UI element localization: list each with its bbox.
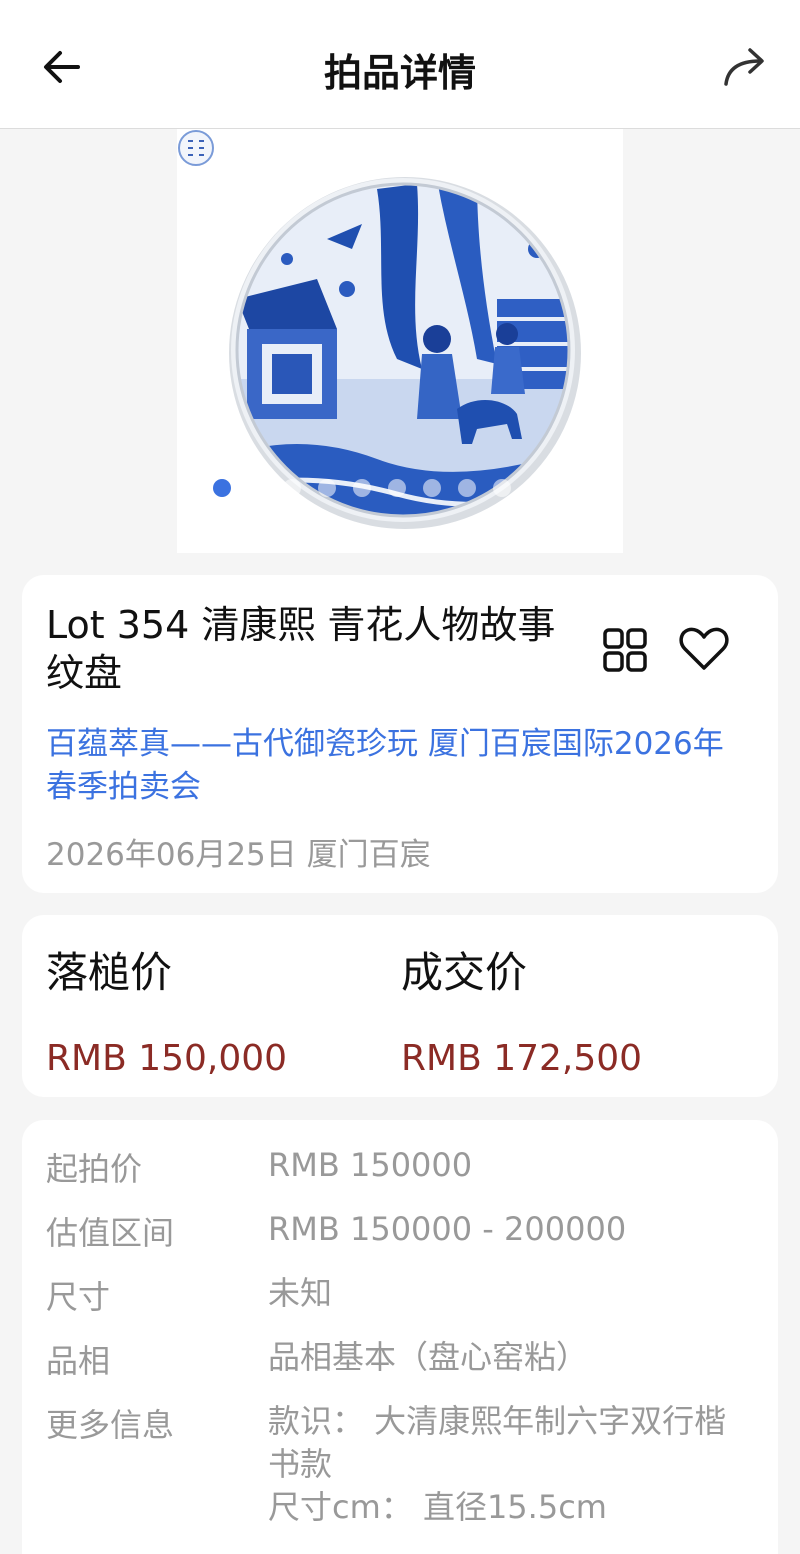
detail-label: 更多信息 — [46, 1406, 175, 1444]
hammer-price-value: RMB 150,000 — [46, 1038, 288, 1079]
detail-label: 品相 — [46, 1342, 111, 1380]
image-gallery[interactable] — [177, 129, 623, 553]
final-price-label: 成交价 — [401, 948, 528, 997]
favorite-button[interactable] — [678, 625, 730, 673]
pagination-dot[interactable] — [248, 479, 266, 497]
hammer-price-label: 落槌价 — [46, 948, 173, 997]
share-button[interactable] — [718, 44, 770, 92]
lot-title: Lot 354 清康熙 青花人物故事纹盘 — [46, 603, 556, 695]
detail-label: 尺寸 — [46, 1278, 111, 1316]
final-price-block: 成交价 RMB 172,500 — [401, 939, 642, 1079]
share-arrow-icon — [724, 48, 764, 86]
page-title: 拍品详情 — [323, 51, 476, 95]
grid-icon — [603, 628, 647, 672]
pagination-dot[interactable] — [318, 479, 336, 497]
pagination-dot[interactable] — [493, 479, 511, 497]
detail-value: 款识： 大清康熙年制六字双行楷书款 尺寸cm： 直径15.5cm — [268, 1402, 727, 1526]
pagination-dot[interactable] — [423, 479, 441, 497]
pagination-dot[interactable] — [353, 479, 371, 497]
hammer-price-block: 落槌价 RMB 150,000 — [46, 939, 287, 1079]
pagination-dot[interactable] — [388, 479, 406, 497]
grid-button[interactable] — [602, 627, 648, 673]
pagination-dot[interactable] — [213, 479, 231, 497]
detail-label: 起拍价 — [46, 1150, 143, 1188]
detail-value: 品相基本（盘心窑粘） — [268, 1338, 589, 1376]
pagination-dot[interactable] — [563, 479, 581, 497]
detail-label: 估值区间 — [46, 1214, 175, 1252]
detail-value: 未知 — [268, 1274, 333, 1312]
pagination-dot[interactable] — [283, 479, 301, 497]
reign-mark-seal-icon — [178, 130, 214, 166]
lot-info-card: Lot 354 清康熙 青花人物故事纹盘 百蕴萃真——古代御瓷珍玩 厦门百宸国际… — [22, 575, 778, 893]
price-card: 落槌价 RMB 150,000 成交价 RMB 172,500 — [22, 915, 778, 1097]
top-bar: 拍品详情 — [0, 0, 800, 129]
detail-value: RMB 150000 - 200000 — [268, 1210, 627, 1248]
sale-date-location: 2026年06月25日 厦门百宸 — [46, 837, 431, 873]
pagination-dot[interactable] — [528, 479, 546, 497]
gallery-pagination — [177, 479, 623, 499]
details-card: 起拍价 RMB 150000 估值区间 RMB 150000 - 200000 … — [22, 1120, 778, 1554]
auction-sale-link[interactable]: 百蕴萃真——古代御瓷珍玩 厦门百宸国际2026年春季拍卖会 — [46, 723, 736, 809]
final-price-value: RMB 172,500 — [401, 1038, 643, 1079]
heart-icon — [679, 627, 729, 670]
detail-value: RMB 150000 — [268, 1146, 473, 1184]
pagination-dot[interactable] — [458, 479, 476, 497]
